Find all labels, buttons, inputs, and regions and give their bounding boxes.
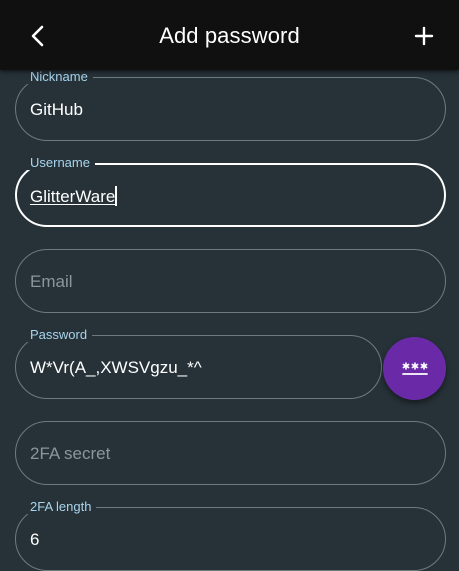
app-bar: Add password	[0, 0, 459, 70]
add-button[interactable]	[407, 19, 441, 53]
twofa-length-field[interactable]: 2FA length 6	[15, 500, 446, 571]
password-field[interactable]: Password W*Vr(A_,XWSVgzu_*^	[15, 328, 382, 399]
password-label: Password	[25, 328, 93, 342]
username-field[interactable]: Username GlitterWare	[15, 156, 446, 227]
username-value[interactable]: GlitterWare	[30, 186, 118, 207]
username-label: Username	[25, 156, 95, 170]
twofa-secret-field[interactable]: 2FA secret	[15, 421, 446, 485]
username-text: GlitterWare	[30, 187, 116, 206]
nickname-label: Nickname	[25, 70, 93, 84]
plus-icon	[414, 26, 434, 46]
twofa-length-label: 2FA length	[25, 500, 97, 514]
password-value[interactable]: W*Vr(A_,XWSVgzu_*^	[30, 358, 202, 378]
generate-password-button[interactable]	[383, 337, 446, 400]
password-dots-icon	[401, 361, 428, 375]
twofa-length-value[interactable]: 6	[30, 530, 39, 550]
page-title: Add password	[159, 23, 300, 48]
nickname-field[interactable]: Nickname GitHub	[15, 70, 446, 141]
text-caret	[115, 186, 118, 206]
email-placeholder: Email	[30, 272, 73, 291]
nickname-value[interactable]: GitHub	[30, 100, 83, 120]
twofa-secret-placeholder: 2FA secret	[30, 444, 111, 463]
email-field[interactable]: Email	[15, 249, 446, 313]
